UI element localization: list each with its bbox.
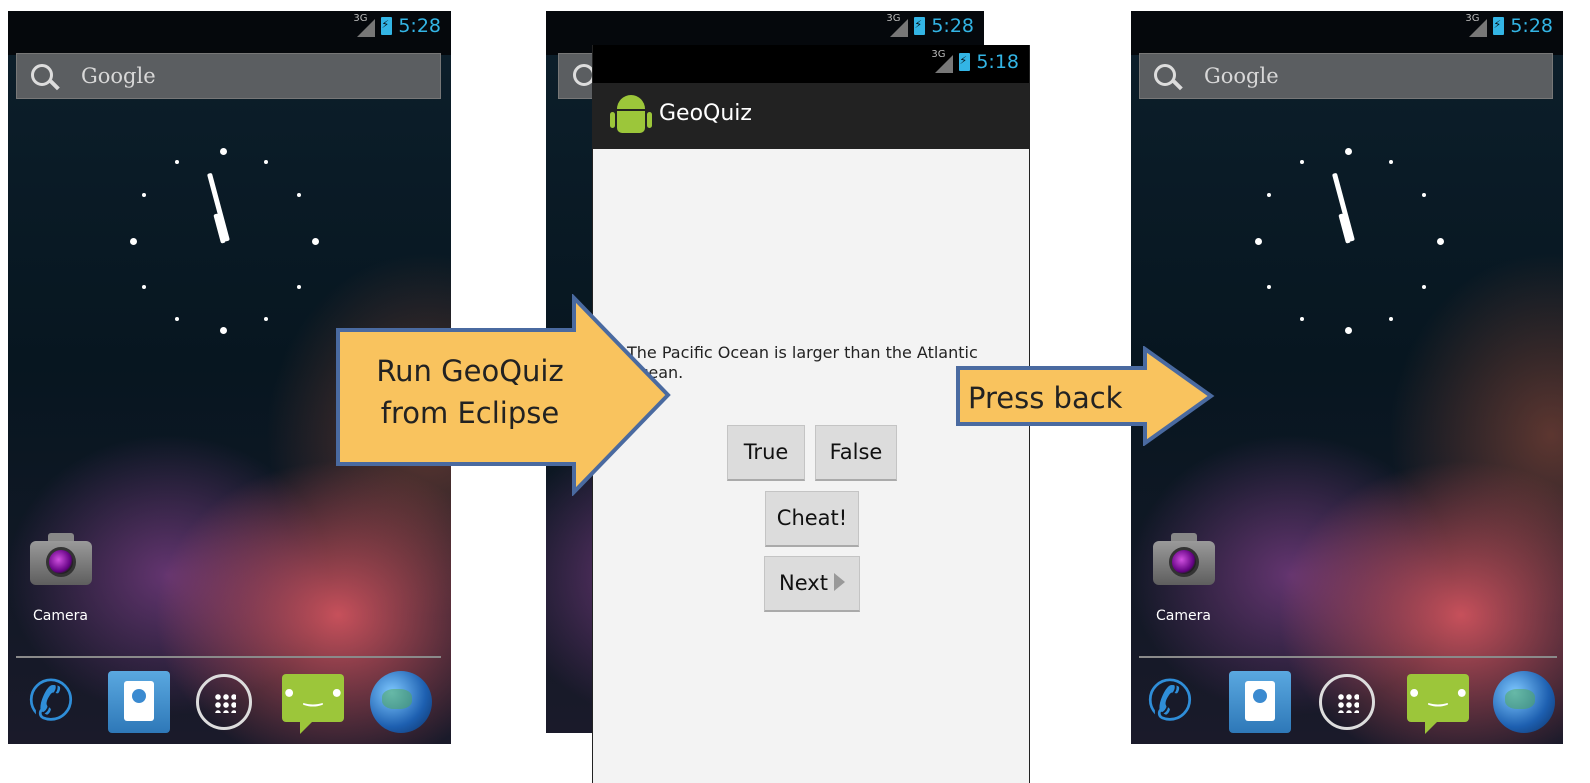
clock-dot — [312, 238, 319, 245]
analog-clock — [1248, 141, 1448, 341]
messaging-icon[interactable]: • ‿ • — [282, 674, 344, 734]
android-icon — [610, 95, 652, 139]
dock-divider — [1139, 656, 1557, 658]
clock-dot — [142, 193, 146, 197]
clock-dot — [175, 160, 179, 164]
signal-icon: 3G — [1465, 13, 1488, 37]
contacts-icon[interactable] — [1229, 671, 1291, 733]
run-arrow-label: Run GeoQuiz from Eclipse — [352, 350, 588, 434]
app-title: GeoQuiz — [659, 101, 752, 126]
clock-dot — [1422, 193, 1426, 197]
false-button[interactable]: False — [815, 425, 897, 481]
clock-dot — [264, 160, 268, 164]
browser-icon[interactable] — [370, 671, 432, 733]
signal-icon: 3G — [353, 13, 376, 37]
status-bar: 3G 5:28 — [8, 11, 451, 43]
camera-icon[interactable] — [30, 533, 92, 585]
camera-label: Camera — [33, 608, 88, 624]
clock-dot — [1389, 160, 1393, 164]
clock-dot — [297, 285, 301, 289]
clock-dot — [142, 285, 146, 289]
status-bar: 3G 5:28 — [546, 11, 984, 43]
google-search-bar[interactable]: Google — [16, 53, 441, 99]
run-label-line2: from Eclipse — [380, 396, 560, 430]
clock-dot — [1267, 193, 1271, 197]
clock-dot — [1300, 160, 1304, 164]
status-bar: 3G 5:28 — [1131, 11, 1563, 43]
cheat-button[interactable]: Cheat! — [765, 491, 859, 547]
next-label: Next — [779, 571, 828, 595]
status-bar: 3G 5:18 — [593, 45, 1029, 83]
phone-icon[interactable]: ✆ — [1139, 671, 1201, 733]
clock-dot — [130, 238, 137, 245]
run-label-line1: Run GeoQuiz — [376, 354, 564, 388]
search-icon — [31, 64, 53, 86]
next-button[interactable]: Next — [764, 556, 860, 612]
clock-dot — [1267, 285, 1271, 289]
clock-dot — [1345, 148, 1352, 155]
signal-icon: 3G — [886, 13, 909, 37]
clock-dot — [1255, 238, 1262, 245]
status-time: 5:18 — [976, 51, 1019, 73]
analog-clock — [123, 141, 323, 341]
clock-dot — [175, 317, 179, 321]
next-arrow-icon — [833, 573, 845, 591]
press-back-label: Press back — [968, 381, 1123, 415]
battery-icon — [914, 17, 926, 35]
clock-dot — [1300, 317, 1304, 321]
status-time: 5:28 — [931, 15, 974, 37]
true-button[interactable]: True — [727, 425, 805, 481]
camera-icon[interactable] — [1153, 533, 1215, 585]
clock-dot — [297, 193, 301, 197]
battery-icon — [1493, 17, 1505, 35]
camera-label: Camera — [1156, 608, 1211, 624]
dock-divider — [16, 656, 441, 658]
messaging-icon[interactable]: • ‿ • — [1407, 674, 1469, 734]
contacts-icon[interactable] — [108, 671, 170, 733]
battery-icon — [959, 53, 971, 71]
status-time: 5:28 — [1510, 15, 1553, 37]
browser-icon[interactable] — [1493, 671, 1555, 733]
clock-dot — [220, 148, 227, 155]
status-time: 5:28 — [398, 15, 441, 37]
app-drawer-icon[interactable] — [1319, 674, 1375, 730]
clock-dot — [1437, 238, 1444, 245]
action-bar: GeoQuiz — [593, 83, 1029, 149]
clock-dot — [1389, 317, 1393, 321]
app-drawer-icon[interactable] — [196, 674, 252, 730]
google-search-bar[interactable]: Google — [1139, 53, 1553, 99]
search-icon — [1154, 64, 1176, 86]
phone-icon[interactable]: ✆ — [20, 671, 82, 733]
google-label: Google — [1204, 64, 1279, 88]
signal-icon: 3G — [931, 49, 954, 73]
clock-dot — [220, 327, 227, 334]
clock-dot — [1345, 327, 1352, 334]
clock-dot — [1422, 285, 1426, 289]
battery-icon — [381, 17, 393, 35]
google-label: Google — [81, 64, 156, 88]
clock-dot — [264, 317, 268, 321]
